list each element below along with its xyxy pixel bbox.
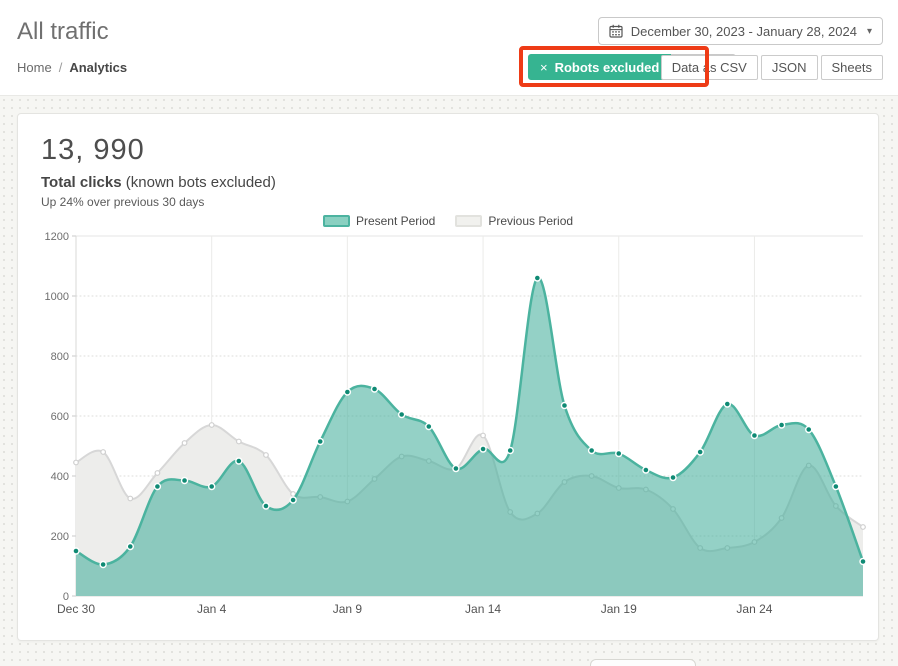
- svg-text:1000: 1000: [45, 291, 69, 303]
- svg-text:Jan 24: Jan 24: [736, 602, 772, 616]
- chart-area: 020040060080010001200Dec 30Jan 4Jan 9Jan…: [31, 227, 880, 627]
- breadcrumb-current: Analytics: [69, 60, 127, 75]
- traffic-chart: 020040060080010001200Dec 30Jan 4Jan 9Jan…: [31, 227, 880, 627]
- date-range-picker[interactable]: December 30, 2023 - January 28, 2024 ▾: [598, 17, 883, 45]
- date-range-label: December 30, 2023 - January 28, 2024: [631, 24, 857, 39]
- trend-text: Up 24% over previous 30 days: [41, 195, 204, 209]
- svg-text:Jan 14: Jan 14: [465, 602, 501, 616]
- previous-period-label: Previous Period: [488, 214, 573, 228]
- previous-period-swatch: [455, 215, 482, 227]
- total-clicks-label: Total clicks (known bots excluded): [41, 174, 276, 191]
- svg-text:200: 200: [51, 531, 69, 543]
- json-button[interactable]: JSON: [761, 55, 818, 80]
- legend-item-previous: Previous Period: [455, 214, 573, 228]
- data-as-csv-button[interactable]: Data as CSV: [661, 55, 758, 80]
- total-clicks-label-bold: Total clicks: [41, 174, 122, 191]
- next-section-peek: [590, 659, 696, 666]
- calendar-icon: [609, 24, 623, 38]
- close-icon[interactable]: ×: [540, 60, 548, 75]
- svg-text:Jan 9: Jan 9: [333, 602, 363, 616]
- legend-item-present: Present Period: [323, 214, 435, 228]
- svg-text:600: 600: [51, 411, 69, 423]
- present-period-swatch: [323, 215, 350, 227]
- robots-excluded-filter-button[interactable]: × Robots excluded: [528, 54, 671, 80]
- svg-text:Jan 4: Jan 4: [197, 602, 227, 616]
- traffic-chart-card: 13, 990 Total clicks (known bots exclude…: [17, 113, 879, 641]
- svg-text:400: 400: [51, 471, 69, 483]
- breadcrumb: Home / Analytics: [17, 60, 127, 75]
- sheets-button[interactable]: Sheets: [821, 55, 883, 80]
- svg-text:Jan 19: Jan 19: [601, 602, 637, 616]
- total-clicks-value: 13, 990: [41, 134, 145, 167]
- svg-text:800: 800: [51, 351, 69, 363]
- export-button-group: Data as CSV JSON Sheets: [661, 55, 883, 80]
- robots-excluded-label: Robots excluded: [555, 60, 660, 75]
- breadcrumb-separator: /: [59, 60, 63, 75]
- page-title: All traffic: [17, 18, 109, 46]
- page-header: All traffic Home / Analytics Decembe: [0, 0, 898, 96]
- breadcrumb-home-link[interactable]: Home: [17, 60, 52, 75]
- chevron-down-icon: ▾: [867, 26, 872, 37]
- chart-legend: Present Period Previous Period: [18, 214, 878, 228]
- analytics-page: All traffic Home / Analytics Decembe: [0, 0, 898, 666]
- total-clicks-label-note: (known bots excluded): [126, 174, 276, 191]
- present-period-label: Present Period: [356, 214, 435, 228]
- page-body: 13, 990 Total clicks (known bots exclude…: [0, 96, 898, 666]
- svg-text:Dec 30: Dec 30: [57, 602, 95, 616]
- svg-text:1200: 1200: [45, 231, 69, 243]
